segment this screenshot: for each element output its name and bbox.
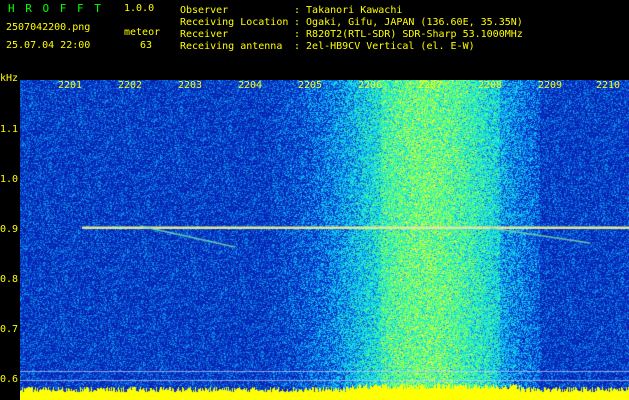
location-value: : Ogaki, Gifu, JAPAN (136.60E, 35.35N)	[294, 17, 523, 28]
x-tick-2210: 2210	[596, 80, 621, 91]
meteor-count: 63	[140, 40, 153, 51]
app-title: H R O F F T	[8, 2, 103, 15]
y-axis-unit: kHz	[0, 73, 19, 84]
spectrogram	[20, 80, 629, 400]
y-tick-0-9: 0.9	[0, 224, 19, 235]
antenna-value: : 2el-HB9CV Vertical (el. E-W)	[294, 41, 475, 52]
antenna-label: Receiving antenna	[180, 41, 283, 52]
x-tick-2208: 2208	[478, 80, 503, 91]
x-tick-2206: 2206	[358, 80, 383, 91]
location-label: Receiving Location	[180, 17, 289, 28]
app-version: 1.0.0	[124, 3, 155, 14]
receiver-value: : R820T2(RTL-SDR) SDR-Sharp 53.1000MHz	[294, 29, 523, 40]
y-tick-1-0: 1.0	[0, 174, 19, 185]
x-tick-2202: 2202	[118, 80, 143, 91]
y-tick-0-6: 0.6	[0, 374, 19, 385]
hrofft-window: H R O F F T 1.0.0 2507042200.png 25.07.0…	[0, 0, 629, 400]
x-tick-2209: 2209	[538, 80, 563, 91]
file-name: 2507042200.png	[6, 22, 91, 33]
y-tick-0-7: 0.7	[0, 324, 19, 335]
observer-label: Observer	[180, 5, 229, 16]
x-tick-2205: 2205	[298, 80, 323, 91]
y-tick-1-1: 1.1	[0, 124, 19, 135]
observer-value: : Takanori Kawachi	[294, 5, 403, 16]
receiver-label: Receiver	[180, 29, 229, 40]
x-tick-2204: 2204	[238, 80, 263, 91]
x-tick-2201: 2201	[58, 80, 83, 91]
file-datetime: 25.07.04 22:00	[6, 40, 91, 51]
x-tick-2203: 2203	[178, 80, 203, 91]
x-tick-2207: 2207	[418, 80, 443, 91]
y-tick-0-8: 0.8	[0, 274, 19, 285]
meteor-label: meteor	[124, 27, 161, 38]
